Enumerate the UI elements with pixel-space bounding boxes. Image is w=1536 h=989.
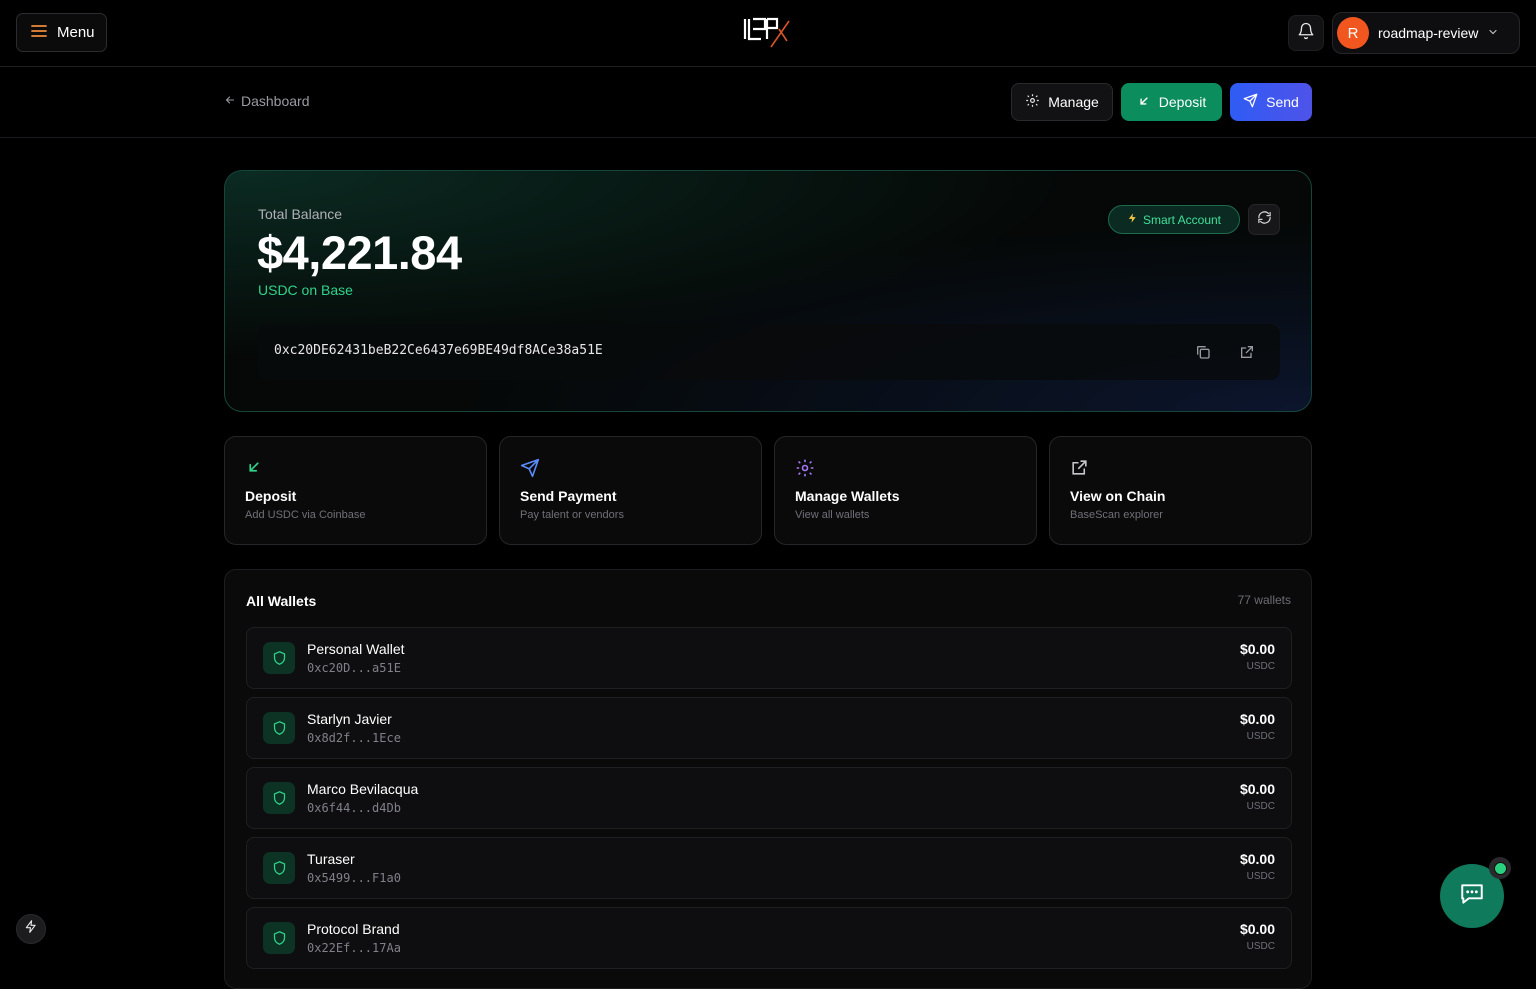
smart-account-badge: Smart Account xyxy=(1108,205,1240,234)
balance-card: Total Balance $4,221.84 USDC on Base Sma… xyxy=(224,170,1312,412)
send-button[interactable]: Send xyxy=(1230,83,1312,121)
shield-icon xyxy=(263,852,295,884)
wallet-amount: $0.00 xyxy=(1239,711,1275,727)
wallet-address: 0x22Ef...17Aa xyxy=(307,941,401,955)
action-title: Manage Wallets xyxy=(795,488,900,504)
wallet-row[interactable]: Personal Wallet 0xc20D...a51E $0.00 USDC xyxy=(246,627,1292,689)
wallet-currency: USDC xyxy=(1246,801,1275,812)
brand-logo[interactable] xyxy=(743,15,793,51)
wallet-name: Protocol Brand xyxy=(307,921,400,937)
wallet-address-box: 0xc20DE62431beB22Ce6437e69BE49df8ACe38a5… xyxy=(258,324,1280,380)
wallet-name: Personal Wallet xyxy=(307,641,405,657)
wallet-address: 0x6f44...d4Db xyxy=(307,801,401,815)
action-subtitle: Pay talent or vendors xyxy=(520,509,624,521)
wallet-row[interactable]: Marco Bevilacqua 0x6f44...d4Db $0.00 USD… xyxy=(246,767,1292,829)
menu-button[interactable]: Menu xyxy=(16,13,107,52)
copy-icon[interactable] xyxy=(1193,342,1213,362)
user-name: roadmap-review xyxy=(1378,25,1479,41)
deposit-label: Deposit xyxy=(1158,94,1207,110)
action-card-deposit[interactable]: Deposit Add USDC via Coinbase xyxy=(224,436,487,545)
send-icon xyxy=(520,458,540,478)
wallet-address: 0x8d2f...1Ece xyxy=(307,731,401,745)
menu-label: Menu xyxy=(57,24,95,41)
user-menu[interactable]: R roadmap-review xyxy=(1332,12,1520,54)
page-toolbar: Dashboard Manage Deposit Send xyxy=(0,67,1536,138)
wallet-amount: $0.00 xyxy=(1239,781,1275,797)
deposit-button[interactable]: Deposit xyxy=(1121,83,1222,121)
action-title: View on Chain xyxy=(1070,488,1166,504)
gear-icon xyxy=(1025,93,1040,111)
manage-button[interactable]: Manage xyxy=(1011,83,1113,121)
chat-icon xyxy=(1458,881,1486,912)
total-balance-value: $4,221.84 xyxy=(257,226,462,279)
balance-network: USDC on Base xyxy=(258,282,353,298)
smart-account-label: Smart Account xyxy=(1142,212,1222,227)
wallets-count: 77 wallets xyxy=(1237,593,1291,607)
action-card-manage-wallets[interactable]: Manage Wallets View all wallets xyxy=(774,436,1037,545)
external-link-icon xyxy=(1070,458,1090,478)
wallet-amount: $0.00 xyxy=(1239,641,1275,657)
wallet-amount: $0.00 xyxy=(1239,851,1275,867)
hamburger-icon xyxy=(31,24,47,42)
arrow-down-left-icon xyxy=(245,458,265,478)
wallet-address: 0xc20DE62431beB22Ce6437e69BE49df8ACe38a5… xyxy=(274,343,603,358)
wallet-name: Turaser xyxy=(307,851,355,867)
wallet-row[interactable]: Starlyn Javier 0x8d2f...1Ece $0.00 USDC xyxy=(246,697,1292,759)
action-title: Send Payment xyxy=(520,488,617,504)
action-subtitle: Add USDC via Coinbase xyxy=(245,509,366,521)
wallet-name: Marco Bevilacqua xyxy=(307,781,419,797)
shield-icon xyxy=(263,782,295,814)
back-to-dashboard-link[interactable]: Dashboard xyxy=(224,93,310,109)
quick-actions-button[interactable] xyxy=(16,914,46,944)
wallet-currency: USDC xyxy=(1246,941,1275,952)
arrow-left-icon xyxy=(224,93,236,109)
all-wallets-panel: All Wallets 77 wallets Personal Wallet 0… xyxy=(224,569,1312,989)
shield-icon xyxy=(263,922,295,954)
refresh-icon xyxy=(1257,210,1272,230)
top-bar: Menu R roadmap-review xyxy=(0,0,1536,67)
wallet-address: 0xc20D...a51E xyxy=(307,661,401,675)
gear-icon xyxy=(795,458,815,478)
notifications-button[interactable] xyxy=(1288,15,1324,51)
wallet-currency: USDC xyxy=(1246,871,1275,882)
external-link-icon[interactable] xyxy=(1237,342,1257,362)
back-label: Dashboard xyxy=(241,93,310,109)
wallet-name: Starlyn Javier xyxy=(307,711,392,727)
shield-icon xyxy=(263,642,295,674)
wallet-amount: $0.00 xyxy=(1239,921,1275,937)
action-card-view-on-chain[interactable]: View on Chain BaseScan explorer xyxy=(1049,436,1312,545)
total-balance-label: Total Balance xyxy=(258,206,343,222)
bolt-icon xyxy=(24,919,38,939)
send-label: Send xyxy=(1266,94,1299,110)
bolt-icon xyxy=(1127,212,1138,227)
manage-label: Manage xyxy=(1048,94,1099,110)
action-card-send-payment[interactable]: Send Payment Pay talent or vendors xyxy=(499,436,762,545)
refresh-button[interactable] xyxy=(1248,204,1280,235)
wallet-row[interactable]: Turaser 0x5499...F1a0 $0.00 USDC xyxy=(246,837,1292,899)
online-status-indicator xyxy=(1489,857,1511,879)
wallet-currency: USDC xyxy=(1246,731,1275,742)
wallet-currency: USDC xyxy=(1246,661,1275,672)
action-title: Deposit xyxy=(245,488,297,504)
shield-icon xyxy=(263,712,295,744)
wallet-address: 0x5499...F1a0 xyxy=(307,871,401,885)
send-icon xyxy=(1243,93,1258,111)
chevron-down-icon xyxy=(1487,25,1499,41)
avatar: R xyxy=(1337,17,1369,49)
bell-icon xyxy=(1297,22,1315,45)
arrow-down-left-icon xyxy=(1137,94,1151,111)
action-subtitle: BaseScan explorer xyxy=(1070,509,1163,521)
wallets-title: All Wallets xyxy=(246,593,317,609)
action-subtitle: View all wallets xyxy=(795,509,870,521)
